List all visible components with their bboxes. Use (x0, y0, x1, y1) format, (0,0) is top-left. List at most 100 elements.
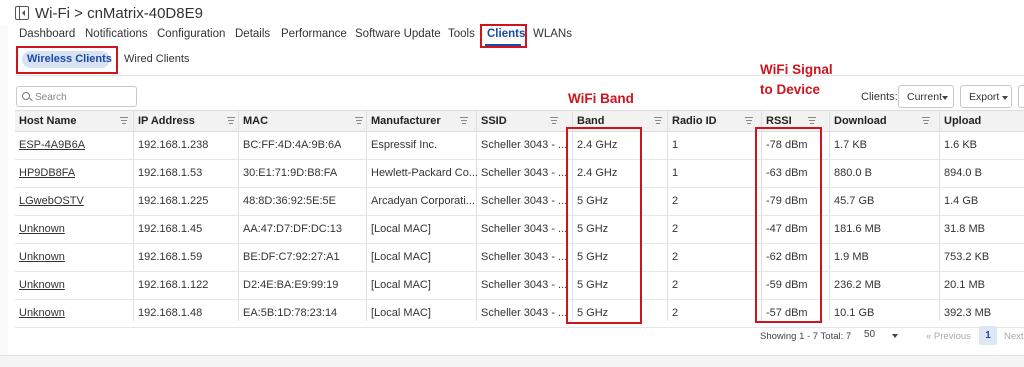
col-mac[interactable]: MAC (243, 115, 268, 127)
cell-upload: 31.8 MB (944, 223, 985, 235)
cell-host-name[interactable]: Unknown (19, 307, 65, 319)
table-row[interactable]: Unknown 192.168.1.122 D2:4E:BA:E9:99:19 … (15, 271, 1024, 300)
tab-configuration[interactable]: Configuration (157, 28, 225, 40)
cell-ssid: Scheller 3043 - ... (481, 223, 568, 235)
col-ip-address[interactable]: IP Address (138, 115, 195, 127)
col-band[interactable]: Band (577, 115, 605, 127)
cell-host-name[interactable]: ESP-4A9B6A (19, 139, 85, 151)
table-header: Host Name IP Address MAC Manufacturer SS… (15, 110, 1024, 132)
cell-manufacturer: [Local MAC] (371, 251, 431, 263)
col-upload[interactable]: Upload (944, 115, 981, 127)
col-manufacturer[interactable]: Manufacturer (371, 115, 441, 127)
cell-host-name[interactable]: Unknown (19, 279, 65, 291)
cell-download: 236.2 MB (834, 279, 882, 291)
tab-wlans[interactable]: WLANs (533, 28, 572, 40)
cell-ip-address: 192.168.1.59 (138, 251, 203, 263)
cell-host-name[interactable]: Unknown (19, 223, 65, 235)
columns-button[interactable] (1018, 85, 1024, 108)
cell-manufacturer: [Local MAC] (371, 307, 431, 319)
tab-dashboard[interactable]: Dashboard (19, 28, 75, 40)
search-box[interactable] (16, 86, 137, 107)
filter-icon[interactable] (460, 117, 468, 125)
cell-host-name[interactable]: HP9DB8FA (19, 167, 75, 179)
horizontal-scrollbar[interactable] (0, 355, 1024, 367)
cell-ssid: Scheller 3043 - ... (481, 307, 568, 319)
cell-upload: 1.4 GB (944, 195, 979, 207)
cell-radio-id: 2 (672, 223, 679, 235)
page-size-select[interactable]: 50 (864, 329, 898, 340)
filter-icon[interactable] (355, 117, 363, 125)
cell-download: 45.7 GB (834, 195, 875, 207)
table-row[interactable]: Unknown 192.168.1.45 AA:47:D7:DF:DC:13 [… (15, 215, 1024, 244)
cell-manufacturer: Arcadyan Corporati... (371, 195, 475, 207)
cell-manufacturer: Hewlett-Packard Co... (371, 167, 478, 179)
table-row[interactable]: ESP-4A9B6A 192.168.1.238 BC:FF:4D:4A:9B:… (15, 131, 1024, 160)
col-radio-id[interactable]: Radio ID (672, 115, 717, 127)
cell-radio-id: 2 (672, 251, 679, 263)
search-icon (22, 92, 30, 100)
next-page-button[interactable]: Next (1004, 331, 1024, 342)
cell-ssid: Scheller 3043 - ... (481, 195, 568, 207)
clients-filter-label: Clients: (861, 91, 898, 103)
cell-host-name[interactable]: Unknown (19, 251, 65, 263)
table-row[interactable]: Unknown 192.168.1.59 BE:DF:C7:92:27:A1 [… (15, 243, 1024, 272)
cell-mac: 48:8D:36:92:5E:5E (243, 195, 336, 207)
cell-ip-address: 192.168.1.53 (138, 167, 203, 179)
wireless-clients-highlight (16, 46, 118, 74)
chevron-down-icon (942, 96, 948, 100)
rssi-column-highlight (755, 127, 822, 323)
cell-download: 1.7 KB (834, 139, 868, 151)
cell-radio-id: 2 (672, 279, 679, 291)
table-row[interactable]: HP9DB8FA 192.168.1.53 30:E1:71:9D:B8:FA … (15, 159, 1024, 188)
tab-notifications[interactable]: Notifications (85, 28, 148, 40)
subtab-wired-clients[interactable]: Wired Clients (124, 53, 189, 65)
cell-ip-address: 192.168.1.48 (138, 307, 203, 319)
page-size-value: 50 (864, 329, 876, 340)
clients-filter-value: Current (907, 91, 943, 103)
annotation-to-device: to Device (760, 82, 821, 97)
table-row[interactable]: Unknown 192.168.1.48 EA:5B:1D:78:23:14 [… (15, 299, 1024, 328)
clients-tab-highlight (480, 24, 527, 48)
cell-download: 181.6 MB (834, 223, 882, 235)
cell-mac: EA:5B:1D:78:23:14 (243, 307, 338, 319)
chevron-down-icon (892, 334, 898, 338)
cell-radio-id: 2 (672, 195, 679, 207)
cell-upload: 894.0 B (944, 167, 982, 179)
tab-details[interactable]: Details (235, 28, 270, 40)
table-row[interactable]: LGwebOSTV 192.168.1.225 48:8D:36:92:5E:5… (15, 187, 1024, 216)
filter-icon[interactable] (654, 117, 662, 125)
search-input[interactable] (33, 89, 137, 106)
filter-icon[interactable] (922, 117, 930, 125)
tab-software-update[interactable]: Software Update (355, 28, 441, 40)
export-dropdown[interactable]: Export (960, 85, 1012, 108)
divider (15, 75, 1024, 76)
cell-mac: AA:47:D7:DF:DC:13 (243, 223, 343, 235)
filter-icon[interactable] (745, 117, 753, 125)
tab-tools[interactable]: Tools (448, 28, 475, 40)
cell-host-name[interactable]: LGwebOSTV (19, 195, 84, 207)
sidebar-toggle-icon[interactable] (15, 6, 29, 20)
filter-icon[interactable] (120, 117, 128, 125)
annotation-wifi-band: WiFi Band (568, 91, 634, 106)
cell-ssid: Scheller 3043 - ... (481, 279, 568, 291)
cell-ip-address: 192.168.1.225 (138, 195, 209, 207)
cell-upload: 753.2 KB (944, 251, 990, 263)
filter-icon[interactable] (550, 117, 558, 125)
col-rssi[interactable]: RSSI (766, 115, 792, 127)
page-number-button[interactable]: 1 (979, 326, 997, 345)
filter-icon[interactable] (227, 117, 235, 125)
col-host-name[interactable]: Host Name (19, 115, 76, 127)
left-rail (0, 26, 8, 355)
col-download[interactable]: Download (834, 115, 887, 127)
cell-radio-id: 2 (672, 307, 679, 319)
showing-count: Showing 1 - 7 Total: 7 (760, 331, 852, 342)
col-ssid[interactable]: SSID (481, 115, 507, 127)
filter-icon[interactable] (808, 117, 816, 125)
cell-download: 880.0 B (834, 167, 872, 179)
cell-upload: 1.6 KB (944, 139, 978, 151)
clients-filter-dropdown[interactable]: Current (898, 85, 954, 108)
cell-mac: BE:DF:C7:92:27:A1 (243, 251, 340, 263)
tab-performance[interactable]: Performance (281, 28, 347, 40)
previous-page-button[interactable]: « Previous (926, 331, 971, 342)
cell-ip-address: 192.168.1.122 (138, 279, 209, 291)
